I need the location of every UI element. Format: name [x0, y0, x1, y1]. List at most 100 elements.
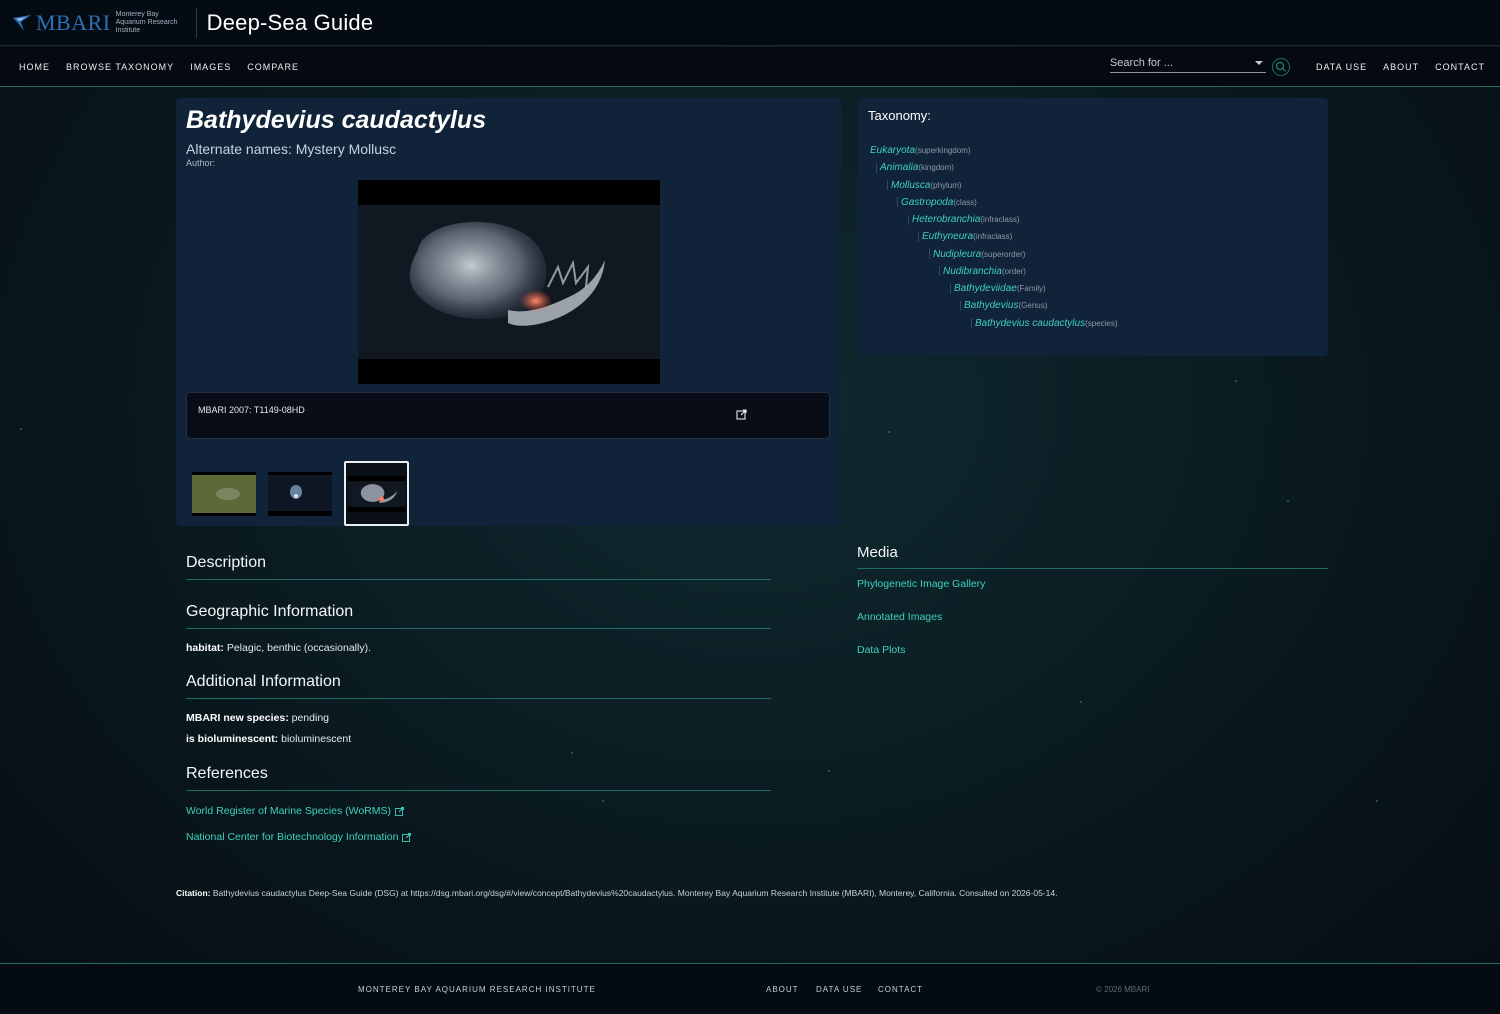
reference-link-label: World Register of Marine Species (WoRMS) [186, 805, 392, 817]
taxon-rank: (class) [953, 197, 977, 207]
habitat-label: habitat: [186, 642, 224, 654]
description-section: Description [186, 554, 771, 580]
logo-subtitle: Monterey Bay Aquarium Research Institute [115, 10, 178, 34]
description-heading: Description [186, 554, 771, 580]
background-particle [1080, 701, 1082, 703]
taxon-rank: (species) [1085, 318, 1118, 328]
geographic-section: Geographic Information habitat: Pelagic,… [186, 603, 771, 654]
app-title[interactable]: Deep-Sea Guide [207, 10, 374, 36]
taxonomy-row: Eukaryota (superkingdom) [870, 142, 1118, 159]
taxon-link[interactable]: Gastropoda [901, 197, 953, 208]
background-particle [20, 428, 22, 430]
references-section: References World Register of Marine Spec… [186, 765, 771, 843]
taxonomy-row: Animalia (kingdom) [870, 159, 1118, 176]
data-plots-link[interactable]: Data Plots [857, 644, 905, 656]
open-external-icon[interactable] [736, 409, 747, 420]
annotated-images-link[interactable]: Annotated Images [857, 611, 942, 623]
bioluminescent-value: bioluminescent [281, 733, 352, 745]
taxonomy-row: Euthyneura (infraclass) [870, 228, 1118, 245]
nav-compare[interactable]: COMPARE [247, 62, 299, 72]
additional-section: Additional Information MBARI new species… [186, 673, 771, 745]
chevron-down-icon[interactable] [1254, 61, 1263, 65]
taxon-rank: (infraclass) [980, 215, 1020, 225]
background-particle [1235, 380, 1237, 382]
background-particle [828, 770, 830, 772]
taxon-link[interactable]: Heterobranchia [912, 214, 980, 225]
taxon-link[interactable]: Mollusca [891, 180, 930, 191]
background-particle [1376, 800, 1378, 802]
footer: MONTEREY BAY AQUARIUM RESEARCH INSTITUTE… [0, 963, 1500, 1014]
taxonomy-row: Mollusca (phylum) [870, 177, 1118, 194]
taxonomy-card: Taxonomy: Eukaryota (superkingdom) Animal… [857, 98, 1328, 356]
thumbnail-3-selected[interactable] [344, 461, 409, 526]
species-title: Bathydevius caudactylus [186, 106, 487, 134]
taxon-link[interactable]: Bathydevius caudactylus [975, 318, 1085, 329]
footer-data-use-link[interactable]: DATA USE [816, 985, 862, 994]
footer-contact-link[interactable]: CONTACT [878, 985, 923, 994]
taxon-rank: (superorder) [981, 249, 1026, 259]
nav-data-use[interactable]: DATA USE [1316, 62, 1367, 72]
taxon-link[interactable]: Nudibranchia [943, 266, 1002, 277]
logo-wordmark: MBARI [36, 9, 111, 35]
bioluminescent-label: is bioluminescent: [186, 733, 279, 745]
species-main-image[interactable] [358, 180, 660, 384]
external-link-icon [395, 806, 404, 816]
phylogenetic-gallery-link[interactable]: Phylogenetic Image Gallery [857, 578, 985, 590]
thumbnail-dark-image [268, 474, 332, 511]
top-bar: MBARI Monterey Bay Aquarium Research Ins… [0, 0, 1500, 46]
new-species-label: MBARI new species: [186, 712, 289, 724]
taxon-link[interactable]: Bathydeviidae [954, 283, 1017, 294]
taxon-rank: (order) [1001, 266, 1026, 276]
taxon-link[interactable]: Euthyneura [922, 231, 973, 242]
mbari-logo[interactable]: MBARI Monterey Bay Aquarium Research Ins… [12, 7, 197, 38]
background-particle [1287, 500, 1289, 502]
taxonomy-tree: Eukaryota (superkingdom) Animalia (kingdom… [870, 142, 1118, 332]
mollusc-photo [409, 221, 605, 326]
taxon-rank: (superkingdom) [915, 146, 971, 156]
taxon-rank: (Family) [1016, 284, 1046, 294]
taxon-link[interactable]: Animalia [880, 162, 918, 173]
taxon-rank: (infraclass) [973, 232, 1013, 242]
citation: Citation: Bathydevius caudactylus Deep-S… [176, 888, 1057, 898]
taxon-rank: (phylum) [930, 180, 962, 190]
search-icon [1275, 61, 1286, 72]
background-particle [571, 752, 573, 754]
taxon-link[interactable]: Bathydevius [964, 300, 1018, 311]
nav-images[interactable]: IMAGES [190, 62, 231, 72]
references-heading: References [186, 765, 771, 791]
thumbnail-1[interactable] [192, 471, 256, 516]
search-button[interactable] [1271, 58, 1290, 76]
taxon-link[interactable]: Nudipleura [933, 249, 981, 260]
search-input[interactable]: Search for ... [1109, 55, 1266, 73]
new-species-field: MBARI new species: pending [186, 712, 771, 724]
background-particle [888, 431, 890, 433]
reference-worms-link[interactable]: World Register of Marine Species (WoRMS) [186, 805, 771, 817]
search-placeholder: Search for ... [1109, 57, 1173, 69]
image-thumbnails [192, 461, 421, 526]
nav-home[interactable]: HOME [19, 62, 50, 72]
reference-ncbi-link[interactable]: National Center for Biotechnology Inform… [186, 831, 771, 843]
taxonomy-row: Heterobranchia (infraclass) [870, 211, 1118, 228]
thumbnail-2[interactable] [268, 471, 332, 516]
taxon-rank: (Genus) [1018, 301, 1048, 311]
main-nav: HOME BROWSE TAXONOMY IMAGES COMPARE Sear… [0, 47, 1500, 87]
citation-label: Citation: [176, 888, 211, 898]
taxon-link[interactable]: Eukaryota [870, 145, 915, 156]
external-link-icon [402, 832, 412, 842]
species-card: Bathydevius caudactylus Alternate names:… [176, 98, 841, 526]
footer-about-link[interactable]: ABOUT [766, 985, 799, 994]
thumbnail-seafloor-image [192, 474, 256, 513]
nav-contact[interactable]: CONTACT [1435, 62, 1485, 72]
taxonomy-row: Gastropoda (class) [870, 194, 1118, 211]
image-caption: MBARI 2007: T1149-08HD [198, 405, 305, 415]
habitat-value: Pelagic, benthic (occasionally). [226, 642, 371, 654]
citation-text: Bathydevius caudactylus Deep-Sea Guide (… [212, 888, 1058, 898]
taxonomy-row: Nudipleura (superorder) [870, 246, 1118, 263]
additional-heading: Additional Information [186, 673, 771, 699]
taxonomy-row: Nudibranchia (order) [870, 263, 1118, 280]
nav-browse-taxonomy[interactable]: BROWSE TAXONOMY [66, 62, 174, 72]
nav-about[interactable]: ABOUT [1383, 62, 1419, 72]
habitat-field: habitat: Pelagic, benthic (occasionally)… [186, 642, 771, 654]
alternate-names: Alternate names: Mystery Mollusc [186, 141, 397, 157]
bioluminescent-field: is bioluminescent: bioluminescent [186, 733, 771, 745]
